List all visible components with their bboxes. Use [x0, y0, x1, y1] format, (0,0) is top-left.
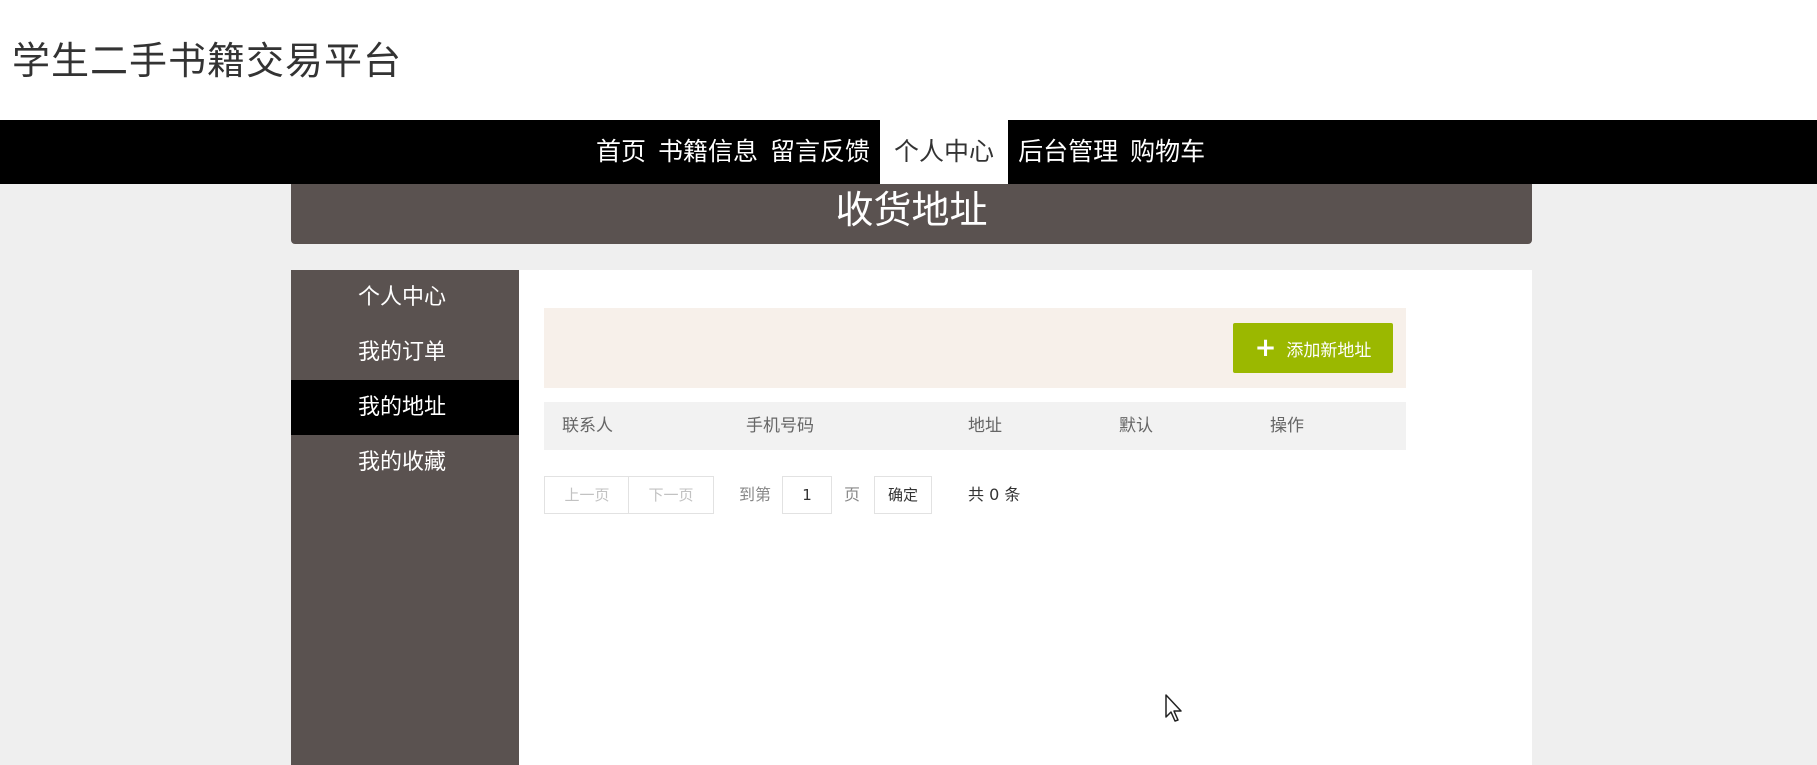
column-header-actions: 操作: [1270, 416, 1304, 436]
sidebar-item-my-favorites[interactable]: 我的收藏: [291, 435, 519, 490]
nav-item-feedback[interactable]: 留言反馈: [764, 120, 876, 184]
sidebar-item-my-addresses[interactable]: 我的地址: [291, 380, 519, 435]
site-header: 学生二手书籍交易平台: [0, 0, 1817, 120]
prev-page-button[interactable]: 上一页: [544, 476, 630, 514]
column-header-default: 默认: [1119, 416, 1153, 436]
column-header-address: 地址: [968, 416, 1002, 436]
nav-list: 首页 书籍信息 留言反馈 个人中心 后台管理 购物车: [590, 120, 1211, 184]
goto-page-prefix: 到第: [739, 485, 772, 504]
page-banner: 收货地址: [291, 184, 1532, 244]
column-header-contact: 联系人: [562, 416, 613, 436]
sidebar-item-personal-center[interactable]: 个人中心: [291, 270, 519, 325]
content-panel: + 添加新地址 联系人 手机号码 地址 默认 操作 上一页 下一页 到第 页 确…: [519, 270, 1532, 765]
address-toolbar: + 添加新地址: [544, 308, 1406, 388]
total-count: 共 0 条: [968, 485, 1021, 504]
nav-item-home[interactable]: 首页: [590, 120, 652, 184]
column-header-phone: 手机号码: [746, 416, 814, 436]
pagination: 上一页 下一页 到第 页 确定 共 0 条: [544, 476, 1044, 514]
page-title: 收货地址: [835, 188, 988, 232]
next-page-button[interactable]: 下一页: [628, 476, 714, 514]
address-table-header: 联系人 手机号码 地址 默认 操作: [544, 402, 1406, 450]
page-number-input[interactable]: [782, 476, 832, 514]
site-title: 学生二手书籍交易平台: [12, 39, 403, 83]
nav-item-books[interactable]: 书籍信息: [652, 120, 764, 184]
main-navbar: 首页 书籍信息 留言反馈 个人中心 后台管理 购物车: [0, 120, 1817, 184]
confirm-page-button[interactable]: 确定: [874, 476, 932, 514]
nav-item-cart[interactable]: 购物车: [1124, 120, 1211, 184]
goto-page-suffix: 页: [844, 485, 861, 504]
plus-icon: +: [1254, 333, 1277, 363]
nav-item-admin[interactable]: 后台管理: [1012, 120, 1124, 184]
sidebar: 个人中心 我的订单 我的地址 我的收藏: [291, 270, 519, 765]
sidebar-item-my-orders[interactable]: 我的订单: [291, 325, 519, 380]
nav-item-personal-center[interactable]: 个人中心: [880, 120, 1009, 184]
mouse-cursor-icon: [1165, 694, 1182, 722]
add-address-label: 添加新地址: [1286, 340, 1372, 361]
add-address-button[interactable]: + 添加新地址: [1233, 323, 1393, 373]
